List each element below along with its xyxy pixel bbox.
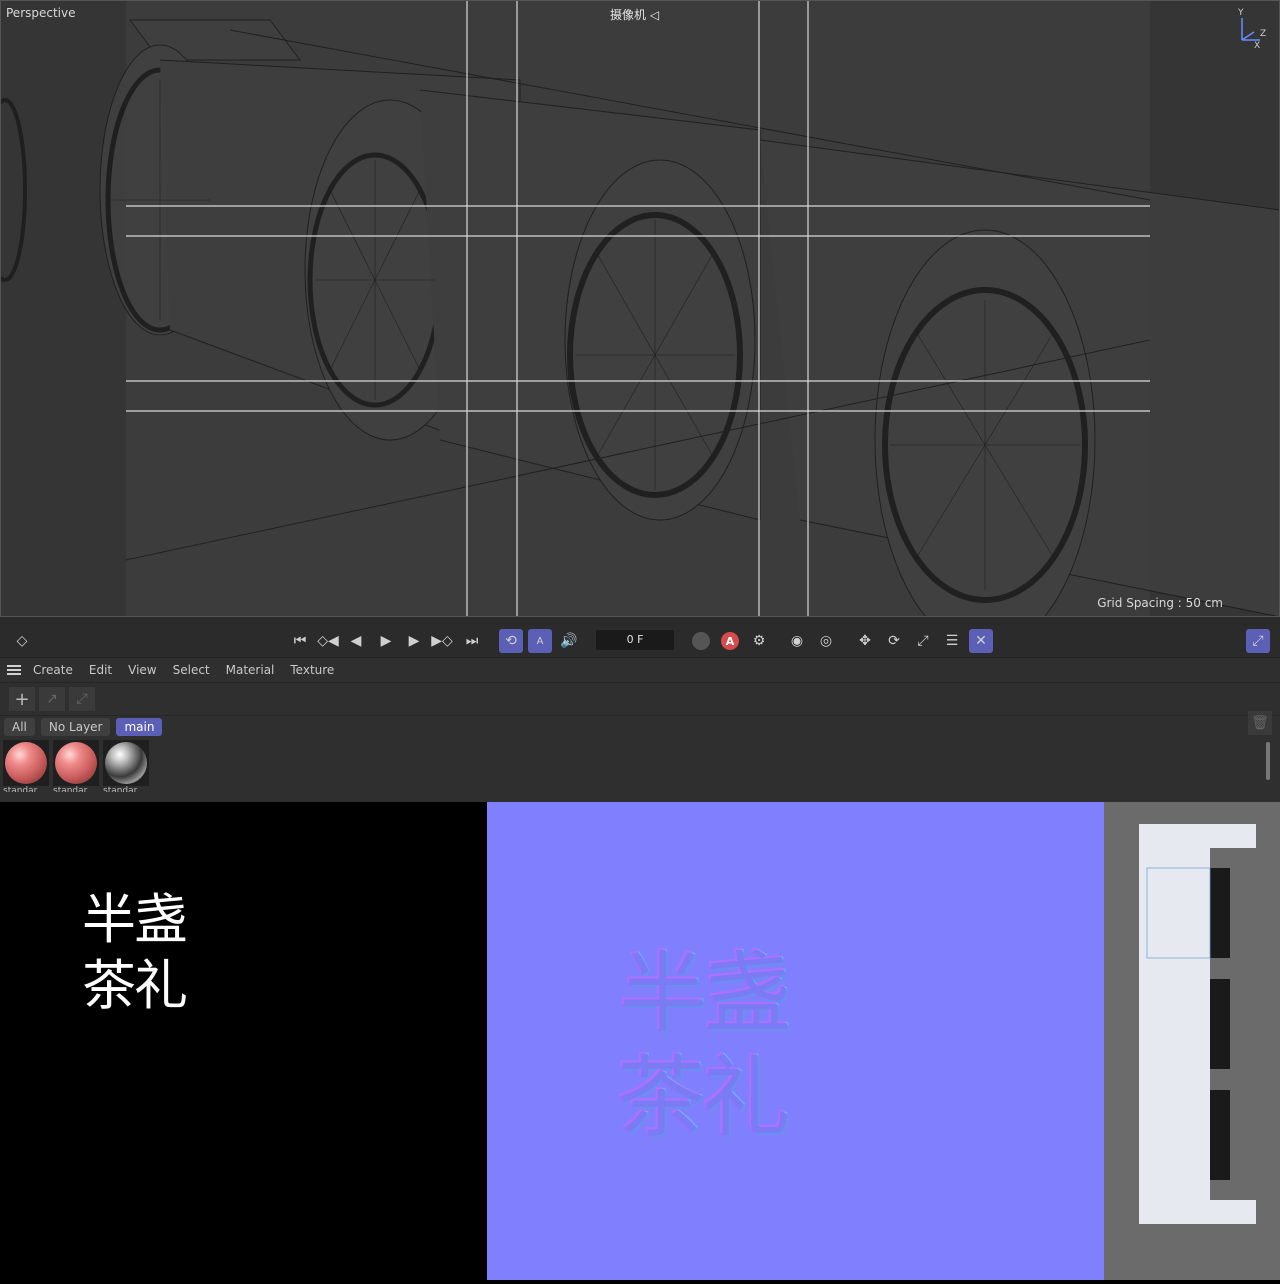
uv-layout-preview [1104,802,1280,1280]
material-preview [105,742,147,784]
material-scrollbar[interactable] [1266,742,1270,780]
scale-key-icon[interactable]: ⤢ [911,629,935,653]
tab-no-layer[interactable]: No Layer [40,718,111,736]
normal-text-line-2: 茶礼 [617,1046,790,1149]
material-toolbar: + ↗ ⤢ 🗑 [0,682,1280,735]
key-lock-icon[interactable]: ◉ [785,629,809,653]
axis-z-label: Z [1260,29,1266,39]
material-preview [5,742,47,784]
key-target-icon[interactable]: ◎ [814,629,838,653]
axis-y-label: Y [1237,8,1244,18]
material-swatch[interactable]: standar [53,740,99,792]
material-swatch[interactable]: standar [103,740,149,792]
active-camera-label[interactable]: 摄像机 ◁ [610,6,659,23]
rotation-key-icon[interactable]: ⟳ [882,629,906,653]
menu-edit[interactable]: Edit [81,663,120,677]
panel-divider[interactable] [0,617,1280,625]
parameter-key-icon[interactable]: ☰ [940,629,964,653]
animation-toolbar: ◇ ⏮ ◇◀ ◀ ▶ ▶ ▶◇ ⏭ ⟲ A 🔊 0 F A ⚙ ◉ ◎ ✥ ⟳ … [0,625,1280,657]
hamburger-menu-icon[interactable] [7,664,21,676]
normal-map-preview: 半盏 茶礼 [487,802,1104,1280]
material-name: standar [53,786,88,792]
alpha-text-line-2: 茶礼 [82,954,188,1017]
record-disabled-icon[interactable] [689,629,713,653]
point-level-key-icon[interactable]: ✕ [969,629,993,653]
material-swatch[interactable]: standar [3,740,49,792]
menu-material[interactable]: Material [218,663,283,677]
menu-texture[interactable]: Texture [282,663,342,677]
keyframe-settings-gear-icon[interactable]: ⚙ [747,629,771,653]
3d-viewport[interactable]: Perspective 摄像机 ◁ Grid Spacing : 50 cm Y… [0,0,1280,617]
previous-frame-button[interactable]: ◀ [344,629,368,653]
normal-text-line-1: 半盏 [619,942,792,1045]
material-menubar: Create Edit View Select Material Texture [0,658,1280,682]
alpha-text-line-1: 半盏 [82,888,188,951]
position-key-icon[interactable]: ✥ [853,629,877,653]
menu-select[interactable]: Select [165,663,218,677]
next-key-button[interactable]: ▶◇ [430,629,454,653]
go-to-end-button[interactable]: ⏭ [460,629,484,653]
auto-record-button[interactable]: A [718,629,742,653]
loop-icon[interactable]: ⟲ [499,629,523,653]
material-name: standar [3,786,38,792]
tab-main[interactable]: main [116,718,163,736]
menu-create[interactable]: Create [25,663,81,677]
current-frame-field[interactable]: 0 F [596,630,674,650]
trash-icon[interactable]: 🗑 [1248,711,1272,735]
pick-material-icon[interactable]: ⤢ [69,687,95,711]
auto-record-icon: A [721,632,739,650]
keyframe-diamond-icon[interactable]: ◇ [10,629,34,653]
axis-x-label: X [1254,41,1260,50]
material-preview [55,742,97,784]
apply-material-arrow-icon[interactable]: ↗ [39,687,65,711]
uv-shape [1139,824,1256,1224]
alpha-texture-preview: 半盏 茶礼 [0,802,487,1280]
view-name-label[interactable]: Perspective [6,6,76,20]
material-list: standar standar standar [3,740,149,792]
new-material-plus-icon[interactable]: + [9,687,35,711]
sound-icon[interactable]: 🔊 [557,629,581,653]
axis-gizmo-icon: Y Z X [1237,8,1266,50]
material-name: standar [103,786,138,792]
play-button[interactable]: ▶ [374,629,398,653]
go-to-start-button[interactable]: ⏮ [288,629,312,653]
material-manager: Create Edit View Select Material Texture… [0,657,1280,803]
grid-spacing-readout: Grid Spacing : 50 cm [1097,596,1223,610]
menu-view[interactable]: View [120,663,164,677]
previous-key-button[interactable]: ◇◀ [316,629,340,653]
wireframe-scene [0,0,1280,617]
tab-all[interactable]: All [4,718,35,736]
layer-tabs: All No Layer main [4,718,163,736]
auto-key-mode-icon[interactable]: A [528,629,552,653]
next-frame-button[interactable]: ▶ [402,629,426,653]
fcurve-icon[interactable]: ⤢ [1246,629,1270,653]
